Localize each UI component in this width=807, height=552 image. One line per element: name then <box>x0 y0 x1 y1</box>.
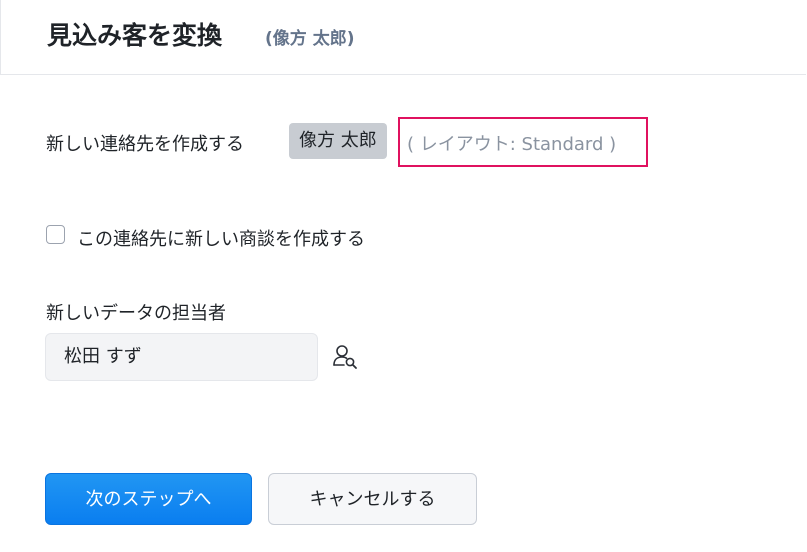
person-search-icon[interactable] <box>332 344 358 370</box>
page-title: 見込み客を変換 <box>47 21 223 50</box>
cancel-button[interactable]: キャンセルする <box>268 473 477 525</box>
contact-name-chip: 像方 太郎 <box>289 123 387 159</box>
next-step-button[interactable]: 次のステップへ <box>45 473 252 525</box>
create-contact-label: 新しい連絡先を作成する <box>46 134 244 155</box>
lead-name-subtitle: (像方 太郎) <box>265 29 355 49</box>
owner-label: 新しいデータの担当者 <box>46 303 226 324</box>
layout-link[interactable]: ( レイアウト: Standard ) <box>407 130 616 156</box>
dialog-header: 見込み客を変換 (像方 太郎) <box>0 0 806 75</box>
create-deal-checkbox[interactable] <box>46 225 65 244</box>
create-deal-label[interactable]: この連絡先に新しい商談を作成する <box>77 225 365 251</box>
owner-field[interactable]: 松田 すず <box>45 333 318 381</box>
